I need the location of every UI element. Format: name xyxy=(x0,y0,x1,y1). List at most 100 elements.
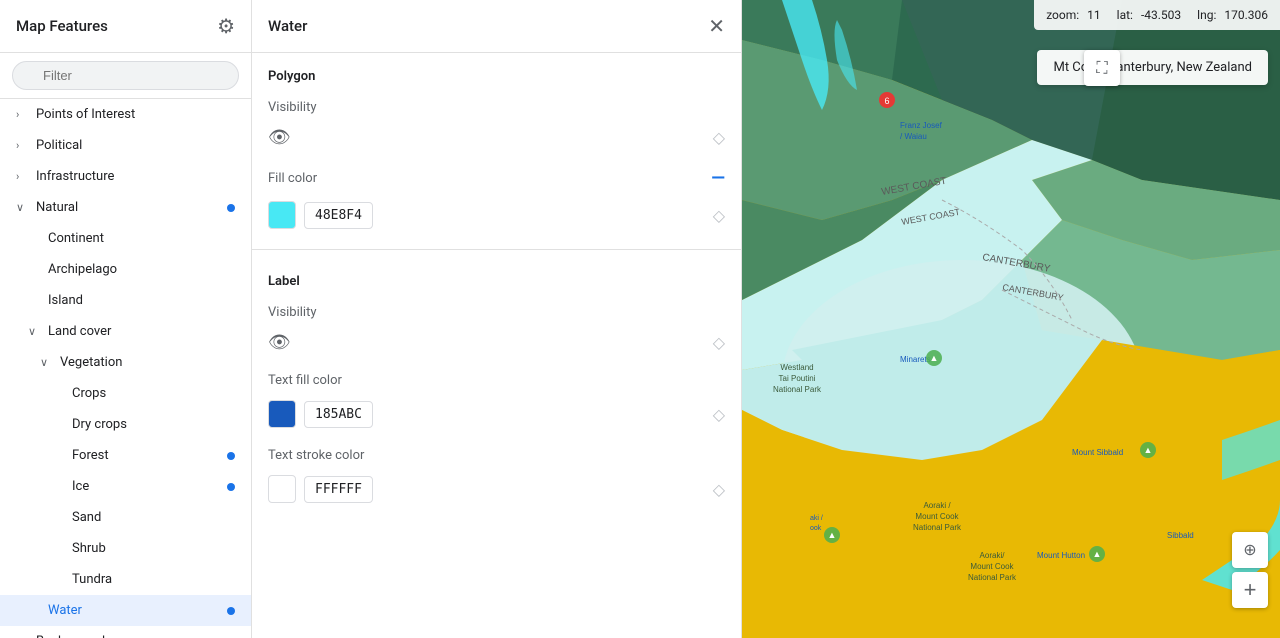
label-visibility-row: Visibility xyxy=(252,297,741,328)
polygon-visibility-label: Visibility xyxy=(268,100,317,115)
polygon-section-title: Polygon xyxy=(252,53,741,92)
label-text-fill-color-label: Text fill color xyxy=(268,373,342,388)
lat-value: -43.503 xyxy=(1141,8,1181,22)
modified-dot xyxy=(227,607,235,615)
sidebar-item-label: Points of Interest xyxy=(36,107,235,122)
zoom-controls: ⊕ + xyxy=(1232,532,1268,608)
sidebar-item-sand[interactable]: Sand xyxy=(0,502,251,533)
arrow-icon: ∨ xyxy=(40,356,56,369)
svg-text:Aoraki /: Aoraki / xyxy=(923,501,951,510)
sidebar-item-label: Ice xyxy=(72,479,221,494)
label-visibility-label: Visibility xyxy=(268,305,317,320)
polygon-fill-color-value[interactable]: 48E8F4 xyxy=(304,202,373,229)
left-panel: Map Features ⚙ ☰ ›Points of Interest›Pol… xyxy=(0,0,252,638)
svg-text:National Park: National Park xyxy=(968,573,1017,582)
sidebar-item-label: Infrastructure xyxy=(36,169,235,184)
sidebar-item-label: Crops xyxy=(72,386,235,401)
svg-text:Mount Cook: Mount Cook xyxy=(970,562,1014,571)
sidebar-item-label: Tundra xyxy=(72,572,235,587)
label-visibility-diamond-icon[interactable]: ◇ xyxy=(713,333,725,352)
sidebar-item-infrastructure[interactable]: › Infrastructure xyxy=(0,161,251,192)
sidebar-item-dry-crops[interactable]: Dry crops xyxy=(0,409,251,440)
sidebar-item-points-of-interest[interactable]: ›Points of Interest xyxy=(0,99,251,130)
polygon-visibility-controls: 👁 ◇ xyxy=(252,123,741,160)
svg-text:Franz Josef: Franz Josef xyxy=(900,121,943,130)
polygon-fill-color-controls: 48E8F4 ◇ xyxy=(252,197,741,241)
sidebar-item-label: Land cover xyxy=(48,324,235,339)
sidebar-item-political[interactable]: ›Political xyxy=(0,130,251,161)
zoom-value: 11 xyxy=(1087,8,1101,22)
filter-bar: ☰ xyxy=(0,53,251,99)
nav-tree: ›Points of Interest›Political › Infrastruc… xyxy=(0,99,251,638)
svg-text:Sibbald: Sibbald xyxy=(1167,531,1194,540)
location-tooltip: Mt Cook, Canterbury, New Zealand xyxy=(1037,50,1268,85)
map-area[interactable]: WEST COAST WEST COAST CANTERBURY CANTERB… xyxy=(742,0,1280,638)
label-text-stroke-color-value[interactable]: FFFFFF xyxy=(304,476,373,503)
polygon-fill-diamond-icon[interactable]: ◇ xyxy=(713,206,725,225)
sidebar-item-continent[interactable]: Continent xyxy=(0,223,251,254)
label-text-stroke-color-controls: FFFFFF ◇ xyxy=(252,471,741,515)
lng-label: lng: xyxy=(1197,8,1216,22)
svg-text:/ Waiau: / Waiau xyxy=(900,132,927,141)
sidebar-item-archipelago[interactable]: Archipelago xyxy=(0,254,251,285)
sidebar-item-shrub[interactable]: Shrub xyxy=(0,533,251,564)
svg-text:Aoraki/: Aoraki/ xyxy=(980,551,1006,560)
filter-input[interactable] xyxy=(12,61,239,90)
sidebar-item-vegetation[interactable]: ∨ Vegetation xyxy=(0,347,251,378)
svg-text:Mount Cook: Mount Cook xyxy=(915,512,959,521)
label-text-stroke-color-row: Text stroke color xyxy=(252,440,741,471)
svg-text:National Park: National Park xyxy=(773,385,822,394)
sidebar-item-label: Continent xyxy=(48,231,235,246)
polygon-visibility-diamond-icon[interactable]: ◇ xyxy=(713,128,725,147)
sidebar-item-forest[interactable]: Forest xyxy=(0,440,251,471)
polygon-fill-color-swatch[interactable] xyxy=(268,201,296,229)
arrow-icon: › xyxy=(16,170,32,183)
sidebar-item-water[interactable]: Water xyxy=(0,595,251,626)
settings-icon[interactable]: ⚙ xyxy=(217,14,235,38)
label-text-fill-diamond-icon[interactable]: ◇ xyxy=(713,405,725,424)
sidebar-item-label: Political xyxy=(36,138,235,153)
fullscreen-icon: ⛶ xyxy=(1096,58,1107,78)
svg-text:aki /: aki / xyxy=(810,515,823,522)
sidebar-item-label: Sand xyxy=(72,510,235,525)
sidebar-item-label: Island xyxy=(48,293,235,308)
svg-text:ook: ook xyxy=(810,525,822,532)
svg-text:▲: ▲ xyxy=(1093,549,1102,559)
sidebar-item-label: Vegetation xyxy=(60,355,235,370)
mid-panel: Water ✕ Polygon Visibility 👁 ◇ Fill colo… xyxy=(252,0,742,638)
label-text-fill-color-swatch[interactable] xyxy=(268,400,296,428)
svg-text:Mount Sibbald: Mount Sibbald xyxy=(1072,448,1123,457)
sidebar-item-land-cover[interactable]: ∨ Land cover xyxy=(0,316,251,347)
sidebar-item-ice[interactable]: Ice xyxy=(0,471,251,502)
label-text-stroke-color-swatch[interactable] xyxy=(268,475,296,503)
zoom-in-button[interactable]: + xyxy=(1232,572,1268,608)
lng-value: 170.306 xyxy=(1224,8,1268,22)
location-button[interactable]: ⊕ xyxy=(1232,532,1268,568)
sidebar-item-crops[interactable]: Crops xyxy=(0,378,251,409)
sidebar-item-label: Archipelago xyxy=(48,262,235,277)
arrow-icon: ∨ xyxy=(28,325,44,338)
sidebar-item-label: Background xyxy=(36,634,235,638)
polygon-visibility-eye-icon[interactable]: 👁 xyxy=(268,127,291,148)
sidebar-item-island[interactable]: Island xyxy=(0,285,251,316)
panel-title: Map Features xyxy=(16,17,108,35)
sidebar-item-background[interactable]: Background xyxy=(0,626,251,638)
fullscreen-button[interactable]: ⛶ xyxy=(1084,50,1120,86)
sidebar-item-label: Shrub xyxy=(72,541,235,556)
sidebar-item-natural[interactable]: ∨Natural xyxy=(0,192,251,223)
map-svg: WEST COAST WEST COAST CANTERBURY CANTERB… xyxy=(742,0,1280,638)
svg-text:▲: ▲ xyxy=(828,530,837,540)
sidebar-item-label: Natural xyxy=(36,200,221,215)
left-panel-header: Map Features ⚙ xyxy=(0,0,251,53)
svg-text:Westland: Westland xyxy=(780,363,813,372)
label-visibility-eye-icon[interactable]: 👁 xyxy=(268,332,291,353)
svg-text:▲: ▲ xyxy=(930,353,939,363)
label-text-fill-color-row: Text fill color xyxy=(252,365,741,396)
svg-text:National Park: National Park xyxy=(913,523,962,532)
label-text-stroke-color-label: Text stroke color xyxy=(268,448,364,463)
sidebar-item-tundra[interactable]: Tundra xyxy=(0,564,251,595)
label-text-stroke-diamond-icon[interactable]: ◇ xyxy=(713,480,725,499)
label-text-fill-color-value[interactable]: 185ABC xyxy=(304,401,373,428)
polygon-fill-color-minus-icon[interactable]: — xyxy=(711,168,725,189)
close-button[interactable]: ✕ xyxy=(708,14,725,38)
